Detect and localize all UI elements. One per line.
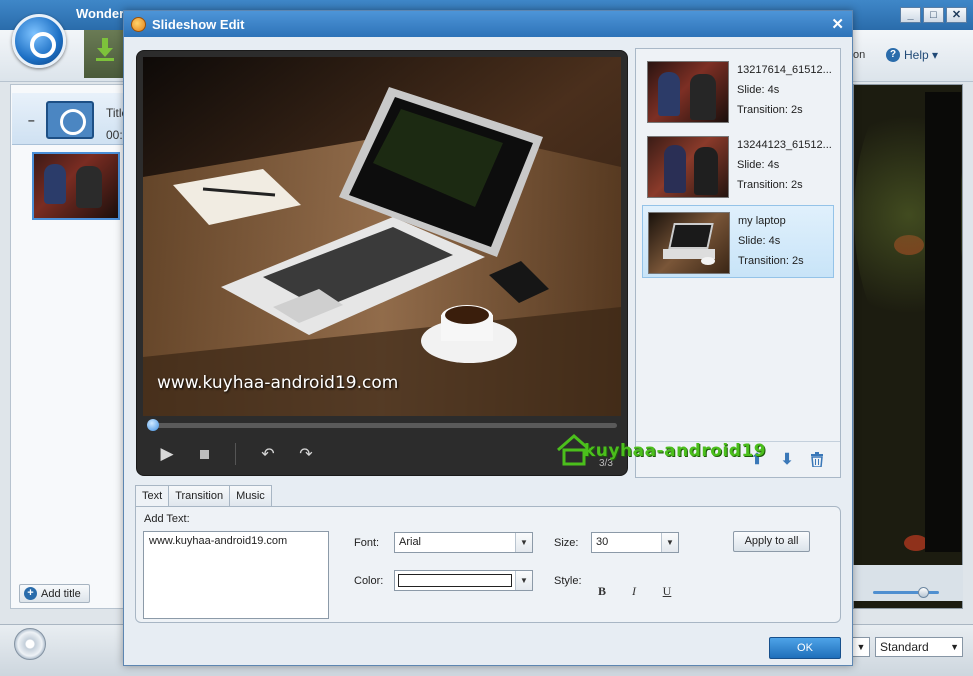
quality-value: Standard — [880, 640, 929, 654]
chevron-down-icon: ▼ — [515, 571, 532, 590]
italic-button[interactable]: I — [627, 584, 641, 599]
bold-button[interactable]: B — [595, 584, 609, 599]
font-value: Arial — [399, 536, 422, 548]
slide-preview: www.kuyhaa-android19.com — [143, 57, 621, 416]
dialog-title: Slideshow Edit — [152, 17, 245, 32]
slide-list: 13217614_61512... Slide: 4s Transition: … — [635, 48, 841, 478]
file-thumbnail[interactable] — [32, 152, 120, 220]
rotate-left-icon: ↶ — [261, 446, 275, 463]
text-tab-panel: Add Text: www.kuyhaa-android19.com Font:… — [135, 506, 841, 623]
rotate-right-icon: ↷ — [299, 446, 313, 463]
slide-transition: Transition: 2s — [737, 179, 803, 191]
volume-track[interactable] — [873, 591, 939, 594]
watermark-text: kuyhaa-android19 — [584, 441, 767, 461]
color-select[interactable]: ▼ — [394, 570, 533, 591]
seek-bar[interactable] — [151, 423, 617, 428]
chevron-down-icon: ▼ — [661, 533, 678, 552]
import-button[interactable] — [84, 30, 126, 78]
plus-icon: + — [24, 587, 37, 600]
help-label: Help ▾ — [904, 48, 939, 62]
slide-item[interactable]: 13244123_61512... Slide: 4s Transition: … — [642, 130, 834, 203]
slide-duration: Slide: 4s — [737, 159, 780, 171]
control-divider — [235, 443, 236, 465]
tab-text[interactable]: Text — [135, 485, 170, 508]
app-logo — [12, 14, 66, 68]
slideshow-edit-dialog: Slideshow Edit ✕ www.kuyhaa-android19.co… — [123, 10, 853, 666]
disc-icon — [14, 628, 46, 660]
volume-area — [853, 565, 963, 601]
help-icon: ? — [886, 48, 900, 62]
tab-transition[interactable]: Transition — [168, 485, 231, 507]
slide-name: 13244123_61512... — [737, 139, 832, 151]
slide-duration: Slide: 4s — [737, 84, 780, 96]
maximize-button[interactable]: □ — [923, 7, 944, 23]
underline-button[interactable]: U — [660, 584, 674, 599]
slide-name: 13217614_61512... — [737, 64, 832, 76]
slide-item[interactable]: 13217614_61512... Slide: 4s Transition: … — [642, 55, 834, 128]
close-button[interactable]: ✕ — [946, 7, 967, 23]
move-down-button[interactable]: ⬇ — [778, 450, 796, 468]
slide-duration: Slide: 4s — [738, 235, 781, 247]
chevron-down-icon: ▼ — [515, 533, 532, 552]
dialog-titlebar: Slideshow Edit ✕ — [124, 11, 852, 37]
quality-select[interactable]: Standard ▼ — [875, 637, 963, 657]
play-icon: ▶ — [160, 444, 174, 463]
style-label: Style: — [554, 575, 582, 587]
volume-knob[interactable] — [918, 587, 929, 598]
trash-icon — [811, 451, 823, 467]
size-select[interactable]: 30 ▼ — [591, 532, 679, 553]
app-icon — [131, 17, 146, 32]
seek-knob[interactable] — [147, 419, 159, 431]
laptop-photo — [143, 57, 621, 416]
slideshow-icon — [46, 101, 94, 139]
add-title-button[interactable]: + Add title — [19, 584, 90, 603]
size-label: Size: — [554, 537, 579, 549]
output-dropdown-arrow[interactable]: ▼ — [852, 637, 870, 657]
play-button[interactable]: ▶ — [157, 444, 177, 464]
slide-name: my laptop — [738, 215, 786, 227]
apply-to-all-button[interactable]: Apply to all — [733, 531, 810, 552]
color-swatch — [398, 574, 512, 587]
app-title: Wonder — [76, 6, 125, 21]
font-select[interactable]: Arial ▼ — [394, 532, 533, 553]
slide-thumbnail — [647, 61, 729, 123]
slide-thumbnail — [647, 136, 729, 198]
add-title-label: Add title — [41, 587, 81, 600]
slide-item-selected[interactable]: my laptop Slide: 4s Transition: 2s — [642, 205, 834, 278]
rotate-right-button[interactable]: ↷ — [295, 444, 317, 464]
help-menu[interactable]: ? Help ▾ — [886, 48, 938, 62]
window-controls: _ □ ✕ — [900, 7, 967, 23]
font-label: Font: — [354, 537, 380, 549]
video-player: www.kuyhaa-android19.com ▶ ↶ ↷ 3/3 — [136, 50, 628, 476]
list-duration-label: 00: — [106, 128, 123, 142]
ok-button[interactable]: OK — [769, 637, 841, 659]
slide-transition: Transition: 2s — [738, 255, 804, 267]
download-icon — [96, 38, 114, 61]
stop-button[interactable] — [197, 444, 211, 464]
preview-edge — [925, 92, 961, 552]
minimize-button[interactable]: _ — [900, 7, 921, 23]
slide-caption: www.kuyhaa-android19.com — [157, 373, 399, 393]
toolbar-partial-label: on — [853, 49, 866, 61]
rotate-left-button[interactable]: ↶ — [257, 444, 279, 464]
tab-music[interactable]: Music — [229, 485, 272, 507]
collapse-toggle[interactable]: – — [28, 113, 35, 127]
delete-button[interactable] — [808, 450, 826, 468]
edit-tabs: Text Transition Music — [135, 485, 272, 508]
arrow-down-icon: ⬇ — [780, 451, 794, 468]
stop-icon — [199, 449, 209, 459]
size-value: 30 — [596, 536, 609, 548]
chevron-down-icon: ▼ — [950, 642, 959, 652]
slide-thumbnail — [648, 212, 730, 274]
add-text-label: Add Text: — [144, 513, 190, 525]
slide-transition: Transition: 2s — [737, 104, 803, 116]
caption-text-input[interactable]: www.kuyhaa-android19.com — [143, 531, 329, 619]
dialog-close-button[interactable]: ✕ — [831, 15, 844, 33]
color-label: Color: — [354, 575, 384, 587]
